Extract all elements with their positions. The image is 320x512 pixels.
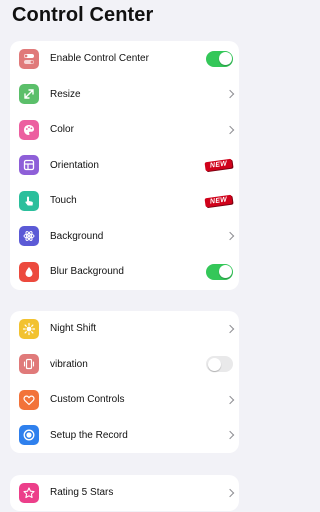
resize-row[interactable]: Resize <box>10 77 239 113</box>
toggle-switch-icon <box>19 48 39 69</box>
resize-label: Resize <box>50 88 81 100</box>
touch-hand-icon <box>19 190 39 211</box>
color-label: Color <box>50 124 74 136</box>
heart-icon <box>19 389 39 410</box>
setup-record-label: Setup the Record <box>50 429 128 441</box>
sun-icon <box>19 318 39 339</box>
palette-icon <box>19 119 39 140</box>
rating-row[interactable]: Rating 5 Stars <box>10 475 239 511</box>
custom-controls-row[interactable]: Custom Controls <box>10 382 239 418</box>
toggle-knob <box>207 357 221 371</box>
vibration-toggle[interactable] <box>206 356 233 373</box>
blur-background-row[interactable]: Blur Background <box>10 254 239 290</box>
color-row[interactable]: Color <box>10 112 239 148</box>
night-shift-row[interactable]: Night Shift <box>10 311 239 347</box>
vibration-phone-icon <box>19 354 39 375</box>
atom-icon <box>19 226 39 247</box>
record-icon <box>19 425 39 446</box>
settings-group-main: Enable Control Center Resize Color Orien… <box>10 41 239 290</box>
settings-group-features: Night Shift vibration Custom Controls Se… <box>10 311 239 453</box>
touch-row[interactable]: Touch NEW <box>10 183 239 219</box>
enable-control-center-toggle[interactable] <box>206 50 233 67</box>
background-label: Background <box>50 230 104 242</box>
blur-background-toggle[interactable] <box>206 263 233 280</box>
night-shift-label: Night Shift <box>50 323 97 335</box>
vibration-row[interactable]: vibration <box>10 347 239 383</box>
star-icon <box>19 482 39 503</box>
resize-arrows-icon <box>19 84 39 105</box>
toggle-knob <box>218 52 232 66</box>
blur-drop-icon <box>19 261 39 282</box>
orientation-row[interactable]: Orientation NEW <box>10 148 239 184</box>
settings-group-rating: Rating 5 Stars <box>10 475 239 511</box>
custom-controls-label: Custom Controls <box>50 394 125 406</box>
page-title: Control Center <box>12 4 154 26</box>
setup-record-row[interactable]: Setup the Record <box>10 418 239 454</box>
orientation-icon <box>19 155 39 176</box>
rating-label: Rating 5 Stars <box>50 487 114 499</box>
toggle-knob <box>218 265 232 279</box>
enable-control-center-row[interactable]: Enable Control Center <box>10 41 239 77</box>
background-row[interactable]: Background <box>10 219 239 255</box>
